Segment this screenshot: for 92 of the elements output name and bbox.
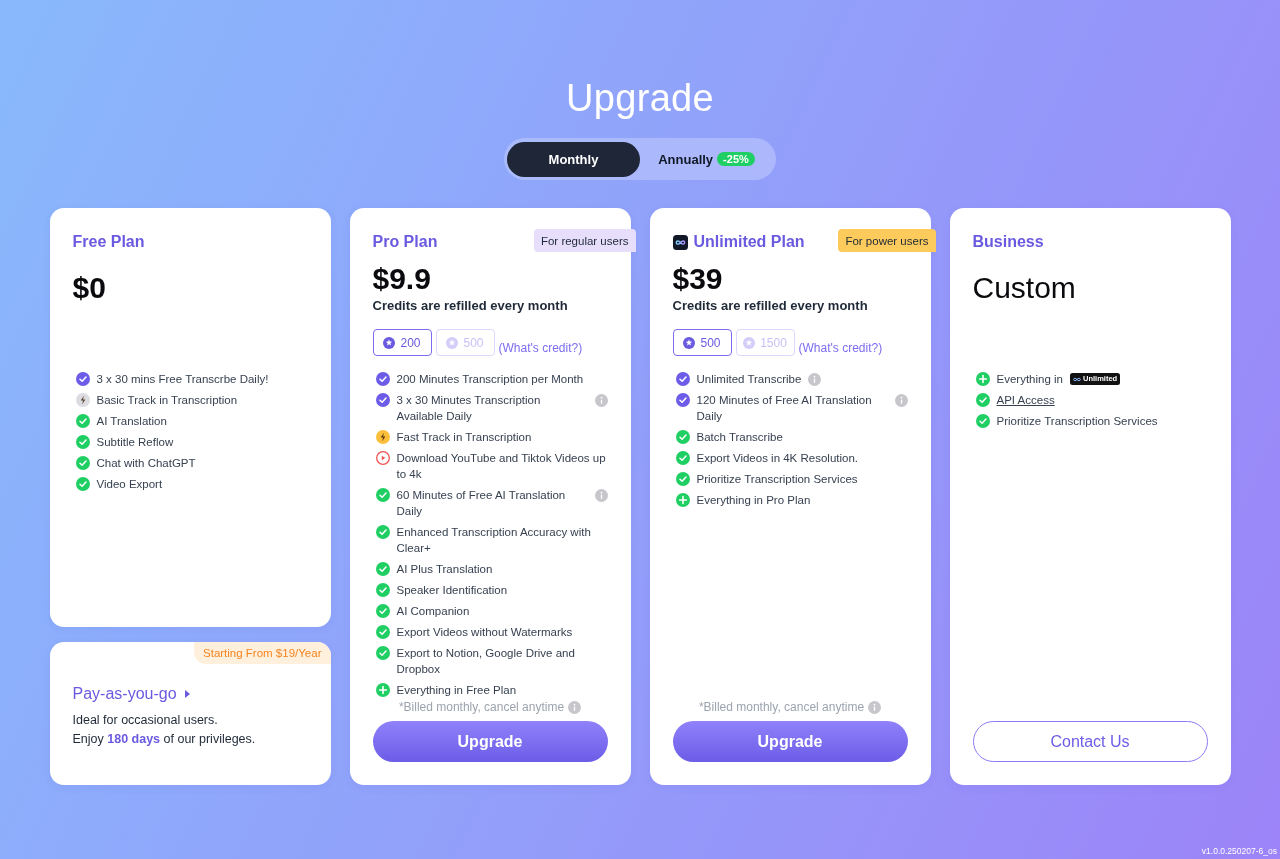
credit-option[interactable]: 500 <box>672 329 732 356</box>
plan-name: Business <box>972 232 1044 252</box>
plan-price: $9.9 <box>372 262 432 295</box>
contact-button[interactable]: Contact Us <box>972 721 1208 762</box>
billing-tab[interactable]: Annually -25% <box>640 141 773 177</box>
billing-note: *Billed monthly, cancel anytime <box>398 699 565 715</box>
plan-name: Free Plan <box>72 232 145 252</box>
check-icon <box>675 451 690 465</box>
check-icon <box>375 372 390 386</box>
feature-text: Download YouTube and Tiktok Videos up to 4k <box>396 451 607 482</box>
feature-text: Everything in Pro Plan <box>696 493 811 508</box>
info-icon[interactable] <box>868 701 882 715</box>
info-icon[interactable] <box>894 393 908 407</box>
feature-text: Prioritize Transcription Services <box>696 472 858 487</box>
feature-text: Everything in <box>996 372 1063 387</box>
credit-option[interactable]: 200 <box>372 329 432 356</box>
lightning-icon <box>375 430 390 444</box>
feature-text: Subtitle Reflow <box>96 435 174 450</box>
feature-text: Enhanced Transcription Accuracy with Clear+ <box>396 525 592 556</box>
feature-text: Basic Track in Transcription <box>96 393 238 408</box>
plan-label: For regular users <box>533 229 636 252</box>
discount-badge: -25% <box>717 152 755 166</box>
feature-text: Prioritize Transcription Services <box>996 414 1158 429</box>
plus-icon <box>975 372 990 386</box>
info-icon[interactable] <box>568 701 582 715</box>
version-label: v1.0.0.250207-6_os <box>1201 846 1278 858</box>
feature-text: Video Export <box>96 477 163 492</box>
feature-text: Speaker Identification <box>396 583 508 598</box>
check-icon <box>75 414 90 428</box>
feature-text: AI Plus Translation <box>396 562 493 577</box>
check-icon <box>375 604 390 618</box>
feature-text: Chat with ChatGPT <box>96 456 196 471</box>
plus-icon <box>375 683 390 697</box>
feature-text: Unlimited Transcribe <box>696 372 802 387</box>
check-icon <box>375 562 390 576</box>
price-label: Starting From $19/Year <box>194 642 331 664</box>
feature-text: Export to Notion, Google Drive and Dropbox <box>396 646 576 677</box>
lightning-icon <box>75 393 90 407</box>
caret-icon <box>184 690 190 698</box>
pay-as-you-go-link[interactable]: Pay-as-you-go <box>72 684 177 704</box>
plan-description: Enjoy 180 days of our privileges. <box>72 731 257 748</box>
feature-text: Batch Transcribe <box>696 430 783 445</box>
plus-icon <box>675 493 690 507</box>
check-icon <box>375 525 390 539</box>
feature-text: 120 Minutes of Free AI Translation Daily <box>696 393 873 424</box>
plan-subtitle: Credits are refilled every month <box>672 297 869 314</box>
plan-subtitle: Credits are refilled every month <box>372 297 569 314</box>
check-icon <box>375 393 390 407</box>
feature-text: 200 Minutes Transcription per Month <box>396 372 584 387</box>
infinity-icon <box>1073 376 1081 382</box>
plan-price: $39 <box>672 262 724 295</box>
upgrade-button[interactable]: Upgrade <box>372 721 608 762</box>
plan-label: For power users <box>838 229 936 252</box>
feature-link[interactable]: API Access <box>996 392 1055 408</box>
credit-help-link[interactable]: (What's credit?) <box>498 340 583 356</box>
check-icon <box>675 472 690 486</box>
plan-price: $0 <box>72 272 107 304</box>
check-icon <box>975 393 990 407</box>
info-icon[interactable] <box>594 488 608 502</box>
check-icon <box>675 372 690 386</box>
feature-text: 3 x 30 Minutes Transcription Available Daily <box>396 393 542 424</box>
check-icon <box>375 646 390 660</box>
feature-text: Everything in Free Plan <box>396 683 517 698</box>
billing-tab[interactable]: Monthly <box>507 141 640 177</box>
page-title: Upgrade <box>566 76 714 120</box>
feature-text: 60 Minutes of Free AI Translation Daily <box>396 488 567 519</box>
check-icon <box>375 625 390 639</box>
check-icon <box>675 393 690 407</box>
plan-description: Ideal for occasional users. <box>72 712 219 729</box>
play-icon <box>375 451 390 465</box>
check-icon <box>75 477 90 491</box>
billing-note: *Billed monthly, cancel anytime <box>698 699 865 715</box>
check-icon <box>975 414 990 428</box>
check-icon <box>75 372 90 386</box>
plan-price: Custom <box>972 272 1077 304</box>
feature-text: Fast Track in Transcription <box>396 430 532 445</box>
check-icon <box>675 430 690 444</box>
credit-help-link[interactable]: (What's credit?) <box>798 340 883 356</box>
plan-name: Unlimited Plan <box>693 232 805 252</box>
feature-text: 3 x 30 mins Free Transcrbe Daily! <box>96 372 269 387</box>
feature-text: Export Videos in 4K Resolution. <box>696 451 859 466</box>
check-icon <box>375 488 390 502</box>
upgrade-button[interactable]: Upgrade <box>672 721 908 762</box>
feature-text: AI Translation <box>96 414 167 429</box>
feature-text: Export Videos without Watermarks <box>396 625 573 640</box>
info-icon[interactable] <box>808 372 822 386</box>
check-icon <box>75 435 90 449</box>
check-icon <box>75 456 90 470</box>
feature-text: AI Companion <box>396 604 470 619</box>
check-icon <box>375 583 390 597</box>
info-icon[interactable] <box>594 393 608 407</box>
plan-name: Pro Plan <box>372 232 438 252</box>
